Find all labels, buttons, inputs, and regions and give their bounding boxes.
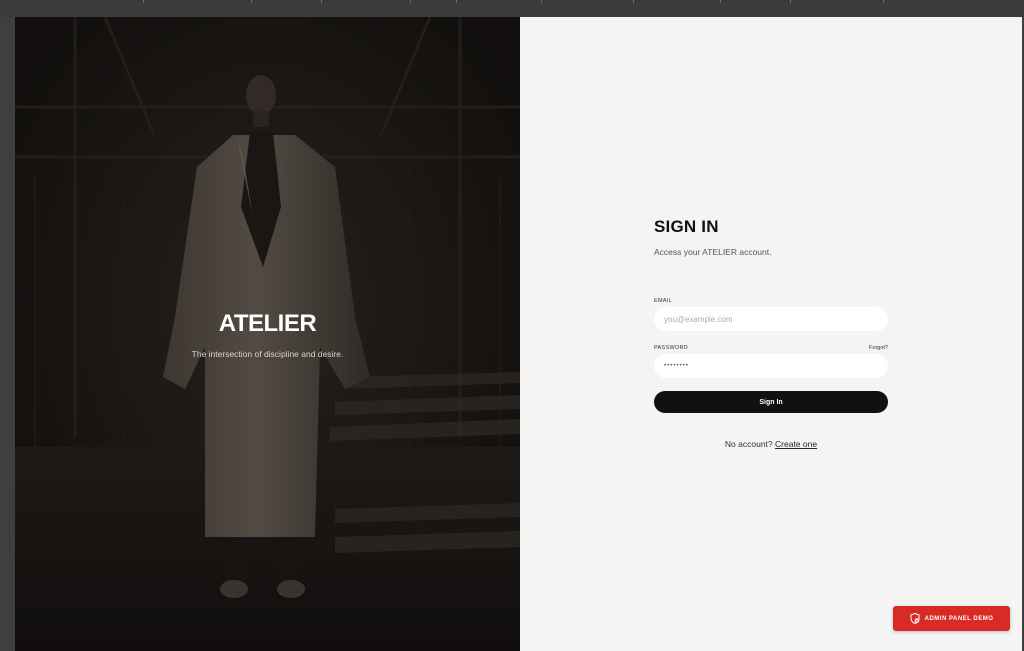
shield-lock-icon	[910, 613, 920, 624]
top-bar-tick	[321, 0, 322, 3]
create-account-link[interactable]: Create one	[775, 439, 817, 449]
browser-top-bar	[0, 0, 1024, 17]
password-input[interactable]: ••••••••	[654, 354, 888, 378]
hero-panel: ATELIER The intersection of discipline a…	[15, 17, 520, 651]
forgot-password-link[interactable]: Forgot?	[869, 345, 888, 351]
top-bar-tick	[633, 0, 634, 3]
email-label: EMAIL	[654, 298, 673, 304]
sign-in-subtitle: Access your ATELIER account.	[654, 247, 772, 257]
top-bar-tick	[790, 0, 791, 3]
admin-panel-demo-button[interactable]: ADMIN PANEL DEMO	[893, 606, 1010, 631]
admin-panel-demo-label: ADMIN PANEL DEMO	[924, 615, 994, 622]
brand-title: ATELIER	[218, 310, 317, 337]
hero-brand-block: ATELIER The intersection of discipline a…	[15, 310, 520, 360]
no-account-text: No account?	[724, 439, 773, 449]
top-bar-tick	[143, 0, 144, 3]
top-bar-tick	[883, 0, 884, 3]
sign-in-panel: SIGN IN Access your ATELIER account. EMA…	[520, 17, 1022, 651]
top-bar-tick	[251, 0, 252, 3]
sign-in-title: SIGN IN	[654, 217, 719, 236]
sign-in-form: SIGN IN Access your ATELIER account. EMA…	[654, 217, 888, 450]
password-masked-value: ••••••••	[664, 363, 689, 369]
no-account-row: No account? Create one	[654, 438, 888, 450]
top-bar-tick	[720, 0, 721, 3]
top-bar-tick	[410, 0, 411, 3]
window-left-frame	[0, 17, 15, 651]
password-label: PASSWORD	[654, 345, 689, 351]
email-input[interactable]	[654, 307, 888, 331]
top-bar-tick	[541, 0, 542, 3]
password-label-row: PASSWORD Forgot?	[654, 344, 888, 352]
sign-in-button[interactable]: Sign In	[654, 391, 888, 413]
brand-tagline: The intersection of discipline and desir…	[191, 349, 344, 359]
email-label-row: EMAIL	[654, 297, 888, 305]
top-bar-tick	[456, 0, 457, 3]
